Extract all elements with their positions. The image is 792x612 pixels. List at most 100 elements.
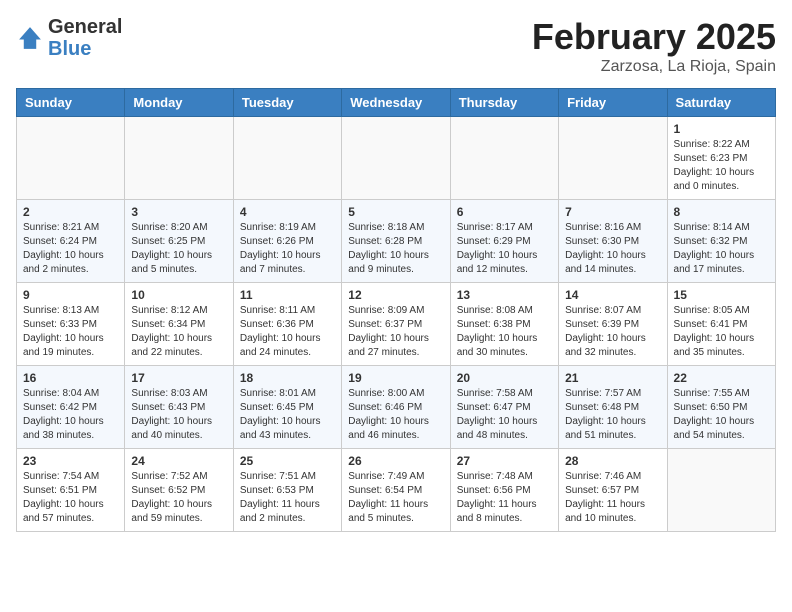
logo-general: General: [48, 16, 122, 38]
day-number: 9: [23, 288, 118, 302]
calendar-week-row: 16 Sunrise: 8:04 AM Sunset: 6:42 PM Dayli…: [17, 366, 776, 449]
calendar-week-row: 2 Sunrise: 8:21 AM Sunset: 6:24 PM Daylig…: [17, 200, 776, 283]
day-number: 5: [348, 205, 443, 219]
calendar-cell: 16 Sunrise: 8:04 AM Sunset: 6:42 PM Dayli…: [17, 366, 125, 449]
calendar-cell: [559, 117, 667, 200]
calendar-cell: 15Sunrise: 8:05 AM Sunset: 6:41 PM Dayli…: [667, 283, 775, 366]
day-info: Sunrise: 8:03 AM Sunset: 6:43 PM Dayligh…: [131, 387, 226, 443]
day-info: Sunrise: 7:54 AM Sunset: 6:51 PM Dayligh…: [23, 470, 118, 526]
calendar-cell: 2 Sunrise: 8:21 AM Sunset: 6:24 PM Daylig…: [17, 200, 125, 283]
day-info: Sunrise: 8:22 AM Sunset: 6:23 PM Dayligh…: [674, 138, 769, 194]
calendar-cell: 20 Sunrise: 7:58 AM Sunset: 6:47 PM Dayli…: [450, 366, 558, 449]
calendar-cell: [125, 117, 233, 200]
day-info: Sunrise: 8:13 AM Sunset: 6:33 PM Dayligh…: [23, 304, 118, 360]
day-number: 13: [457, 288, 552, 302]
calendar-cell: 4 Sunrise: 8:19 AM Sunset: 6:26 PM Daylig…: [233, 200, 341, 283]
calendar-cell: [342, 117, 450, 200]
day-info: Sunrise: 8:12 AM Sunset: 6:34 PM Dayligh…: [131, 304, 226, 360]
calendar-cell: 12 Sunrise: 8:09 AM Sunset: 6:37 PM Dayli…: [342, 283, 450, 366]
day-info: Sunrise: 8:16 AM Sunset: 6:30 PM Dayligh…: [565, 221, 660, 277]
calendar-week-row: 23 Sunrise: 7:54 AM Sunset: 6:51 PM Dayli…: [17, 449, 776, 532]
day-number: 3: [131, 205, 226, 219]
day-info: Sunrise: 8:19 AM Sunset: 6:26 PM Dayligh…: [240, 221, 335, 277]
day-number: 26: [348, 454, 443, 468]
day-info: Sunrise: 8:09 AM Sunset: 6:37 PM Dayligh…: [348, 304, 443, 360]
calendar-cell: 23 Sunrise: 7:54 AM Sunset: 6:51 PM Dayli…: [17, 449, 125, 532]
calendar-cell: [667, 449, 775, 532]
day-of-week-header: Saturday: [667, 89, 775, 117]
logo-icon: [16, 24, 44, 52]
calendar-cell: 21 Sunrise: 7:57 AM Sunset: 6:48 PM Dayli…: [559, 366, 667, 449]
calendar-cell: 9 Sunrise: 8:13 AM Sunset: 6:33 PM Daylig…: [17, 283, 125, 366]
day-of-week-header: Sunday: [17, 89, 125, 117]
day-number: 12: [348, 288, 443, 302]
calendar-cell: 6 Sunrise: 8:17 AM Sunset: 6:29 PM Daylig…: [450, 200, 558, 283]
day-number: 20: [457, 371, 552, 385]
day-of-week-header: Friday: [559, 89, 667, 117]
day-info: Sunrise: 7:46 AM Sunset: 6:57 PM Dayligh…: [565, 470, 660, 526]
day-info: Sunrise: 8:00 AM Sunset: 6:46 PM Dayligh…: [348, 387, 443, 443]
logo: General Blue: [16, 16, 122, 60]
day-info: Sunrise: 7:57 AM Sunset: 6:48 PM Dayligh…: [565, 387, 660, 443]
calendar-cell: 28 Sunrise: 7:46 AM Sunset: 6:57 PM Dayli…: [559, 449, 667, 532]
day-of-week-header: Wednesday: [342, 89, 450, 117]
calendar-cell: [233, 117, 341, 200]
day-number: 11: [240, 288, 335, 302]
calendar-cell: 1 Sunrise: 8:22 AM Sunset: 6:23 PM Daylig…: [667, 117, 775, 200]
day-info: Sunrise: 8:04 AM Sunset: 6:42 PM Dayligh…: [23, 387, 118, 443]
day-number: 10: [131, 288, 226, 302]
logo-text: General Blue: [48, 16, 122, 60]
calendar-cell: 17 Sunrise: 8:03 AM Sunset: 6:43 PM Dayli…: [125, 366, 233, 449]
calendar-cell: 26Sunrise: 7:49 AM Sunset: 6:54 PM Dayli…: [342, 449, 450, 532]
calendar-week-row: 9 Sunrise: 8:13 AM Sunset: 6:33 PM Daylig…: [17, 283, 776, 366]
day-number: 19: [348, 371, 443, 385]
calendar-cell: 24 Sunrise: 7:52 AM Sunset: 6:52 PM Dayli…: [125, 449, 233, 532]
calendar-cell: 7Sunrise: 8:16 AM Sunset: 6:30 PM Daylig…: [559, 200, 667, 283]
calendar-cell: 8 Sunrise: 8:14 AM Sunset: 6:32 PM Daylig…: [667, 200, 775, 283]
calendar: SundayMondayTuesdayWednesdayThursdayFrid…: [16, 88, 776, 532]
day-info: Sunrise: 7:51 AM Sunset: 6:53 PM Dayligh…: [240, 470, 335, 526]
day-number: 18: [240, 371, 335, 385]
day-number: 28: [565, 454, 660, 468]
calendar-cell: [17, 117, 125, 200]
day-number: 6: [457, 205, 552, 219]
logo-blue: Blue: [48, 38, 91, 60]
day-info: Sunrise: 8:17 AM Sunset: 6:29 PM Dayligh…: [457, 221, 552, 277]
day-info: Sunrise: 8:05 AM Sunset: 6:41 PM Dayligh…: [674, 304, 769, 360]
day-number: 4: [240, 205, 335, 219]
day-info: Sunrise: 8:08 AM Sunset: 6:38 PM Dayligh…: [457, 304, 552, 360]
day-number: 2: [23, 205, 118, 219]
day-of-week-header: Thursday: [450, 89, 558, 117]
day-number: 1: [674, 122, 769, 136]
day-info: Sunrise: 8:21 AM Sunset: 6:24 PM Dayligh…: [23, 221, 118, 277]
day-of-week-header: Tuesday: [233, 89, 341, 117]
calendar-cell: 5 Sunrise: 8:18 AM Sunset: 6:28 PM Daylig…: [342, 200, 450, 283]
day-number: 27: [457, 454, 552, 468]
day-number: 8: [674, 205, 769, 219]
day-number: 17: [131, 371, 226, 385]
day-info: Sunrise: 7:52 AM Sunset: 6:52 PM Dayligh…: [131, 470, 226, 526]
day-info: Sunrise: 7:55 AM Sunset: 6:50 PM Dayligh…: [674, 387, 769, 443]
calendar-cell: 3 Sunrise: 8:20 AM Sunset: 6:25 PM Daylig…: [125, 200, 233, 283]
day-info: Sunrise: 8:18 AM Sunset: 6:28 PM Dayligh…: [348, 221, 443, 277]
day-number: 21: [565, 371, 660, 385]
title-block: February 2025 Zarzosa, La Rioja, Spain: [532, 16, 776, 76]
location: Zarzosa, La Rioja, Spain: [532, 58, 776, 76]
calendar-cell: [450, 117, 558, 200]
calendar-cell: 13 Sunrise: 8:08 AM Sunset: 6:38 PM Dayli…: [450, 283, 558, 366]
day-number: 23: [23, 454, 118, 468]
day-number: 14: [565, 288, 660, 302]
day-number: 16: [23, 371, 118, 385]
day-info: Sunrise: 8:11 AM Sunset: 6:36 PM Dayligh…: [240, 304, 335, 360]
calendar-cell: 19 Sunrise: 8:00 AM Sunset: 6:46 PM Dayli…: [342, 366, 450, 449]
day-number: 24: [131, 454, 226, 468]
day-info: Sunrise: 8:20 AM Sunset: 6:25 PM Dayligh…: [131, 221, 226, 277]
calendar-cell: 11 Sunrise: 8:11 AM Sunset: 6:36 PM Dayli…: [233, 283, 341, 366]
day-info: Sunrise: 8:07 AM Sunset: 6:39 PM Dayligh…: [565, 304, 660, 360]
day-info: Sunrise: 8:14 AM Sunset: 6:32 PM Dayligh…: [674, 221, 769, 277]
day-info: Sunrise: 7:58 AM Sunset: 6:47 PM Dayligh…: [457, 387, 552, 443]
day-of-week-header: Monday: [125, 89, 233, 117]
day-info: Sunrise: 8:01 AM Sunset: 6:45 PM Dayligh…: [240, 387, 335, 443]
day-number: 22: [674, 371, 769, 385]
day-number: 25: [240, 454, 335, 468]
